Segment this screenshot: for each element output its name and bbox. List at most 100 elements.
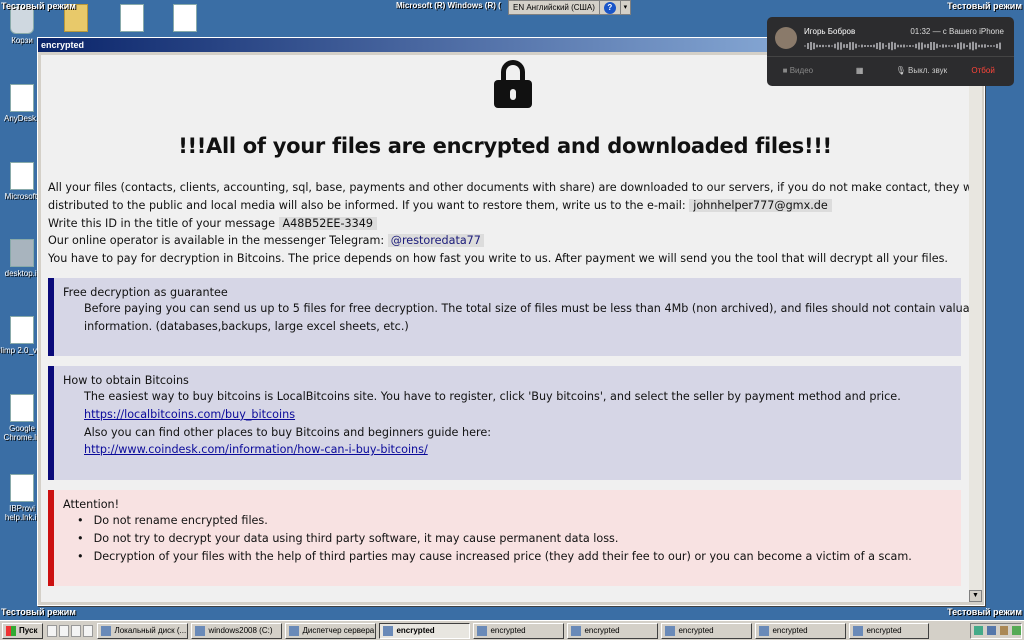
coindesk-link[interactable]: http://www.coindesk.com/information/how-… [84,443,428,456]
keypad-button[interactable]: ▦ [829,66,891,75]
taskbar-button[interactable]: windows2008 (C:) [191,622,283,639]
intro-line: Write this ID in the title of your messa… [48,215,961,233]
tray-icon[interactable] [986,626,996,635]
quick-launch-icon[interactable] [83,624,94,637]
taskbar-button-label: encrypted [866,626,902,635]
file-icon [173,4,197,32]
end-call-button-label: Отбой [971,65,995,75]
section-line: Also you can find other places to buy Bi… [84,425,491,439]
section-line: Before paying you can send us up to 5 fi… [84,302,969,315]
folder-icon [101,625,112,636]
intro-text: All your files (contacts, clients, accou… [48,179,969,268]
windows-flag-icon [6,625,16,636]
intro-line: Our online operator is available in the … [48,232,961,250]
keypad-icon: ▦ [855,65,864,75]
tray-icon[interactable] [999,626,1009,635]
section-title: How to obtain Bitcoins [63,374,189,387]
taskbar-button[interactable]: encrypted [661,622,753,639]
document-icon [759,625,770,636]
tray-icon[interactable] [974,626,983,635]
attention-section: Attention! Do not rename encrypted files… [48,490,961,586]
start-button-label: Пуск [19,626,38,635]
taskbar-button-label: encrypted [772,626,808,635]
file-icon [10,84,34,112]
document-icon [853,625,864,636]
scroll-down-icon[interactable]: ▼ [969,590,982,602]
quick-launch-icon[interactable] [71,624,82,637]
section-text: Before paying you can send us up to 5 fi… [63,300,969,336]
video-button[interactable]: ■ Видео [767,66,829,75]
section-title: Attention! [63,498,120,511]
language-bar-options-button[interactable]: ▾ [619,1,630,14]
file-icon [10,394,34,422]
intro-line-text: distributed to the public and local medi… [48,198,686,212]
end-call-button[interactable]: Отбой [952,66,1014,75]
mute-button[interactable]: 🎙︎ Выкл. звук [891,66,953,75]
remote-session-title: Microsoft (R) Windows (R) ( [396,1,501,10]
file-icon [10,316,34,344]
file-icon [10,162,34,190]
taskbar-button-active[interactable]: encrypted [379,622,471,639]
video-button-label: Видео [789,65,814,75]
call-actions: ■ Видео ▦ 🎙︎ Выкл. звук Отбой [767,60,1014,80]
telegram-handle[interactable]: @restoredata77 [387,234,484,248]
victim-id[interactable]: A48B52EE-3349 [278,216,377,230]
folder-icon [195,625,206,636]
desktop-file[interactable] [155,4,215,34]
ransom-note-window: encrypted !!!All of your files are encry… [37,37,985,606]
document-icon [383,625,394,636]
section-title: Free decryption as guarantee [63,286,228,299]
taskbar-button[interactable]: encrypted [849,622,930,639]
taskbar-button[interactable]: encrypted [755,622,847,639]
taskbar-button-label: encrypted [396,626,435,635]
call-notification: Игорь Бобров 01:32 — с Вашего iPhone ■ В… [767,17,1014,86]
intro-line-text: Write this ID in the title of your messa… [48,216,275,230]
test-mode-label: Тестовый режим [1,1,76,11]
free-decryption-section: Free decryption as guarantee Before payi… [48,278,969,356]
taskbar-button[interactable]: Диспетчер сервера [285,622,377,639]
avatar [775,27,797,49]
tray-icon[interactable] [1012,626,1021,635]
list-item: Do not rename encrypted files. [75,512,951,530]
test-mode-label: Тестовый режим [1,607,76,617]
quick-launch [47,624,94,637]
call-status: 01:32 — с Вашего iPhone [910,27,1004,36]
bitcoins-section: How to obtain Bitcoins The easiest way t… [48,366,961,480]
section-line: The easiest way to buy bitcoins is Local… [84,390,901,403]
quick-launch-icon[interactable] [59,624,70,637]
start-button[interactable]: Пуск [2,622,44,639]
taskbar-button-label: Диспетчер сервера [302,626,375,635]
desktop-file[interactable] [102,4,162,34]
lock-icon [494,60,532,108]
vertical-scrollbar[interactable]: ▼ [969,55,982,602]
document-icon [665,625,676,636]
document-icon [477,625,488,636]
caller-name: Игорь Бобров [804,27,856,36]
localbitcoins-link[interactable]: https://localbitcoins.com/buy_bitcoins [84,408,295,421]
test-mode-label: Тестовый режим [947,607,1022,617]
taskbar-button-label: encrypted [490,626,526,635]
taskbar-button[interactable]: encrypted [567,622,659,639]
section-line: information. (databases,backups, large e… [84,319,409,333]
page-title: !!!All of your files are encrypted and d… [178,134,832,158]
help-icon[interactable]: ? [603,1,616,14]
quick-launch-icon[interactable] [47,624,58,637]
intro-line: You have to pay for decryption in Bitcoi… [48,252,948,266]
taskbar-button-label: Локальный диск (... [114,626,187,635]
section-text: The easiest way to buy bitcoins is Local… [63,388,951,459]
list-item: Do not try to decrypt your data using th… [75,530,951,548]
server-manager-icon [289,625,300,636]
language-bar[interactable]: EN Английский (США) ? ▾ [508,0,631,15]
taskbar: Пуск Локальный диск (... windows2008 (C:… [0,620,1024,640]
contact-email[interactable]: johnhelper777@gmx.de [689,198,832,212]
intro-line: All your files (contacts, clients, accou… [48,181,969,194]
intro-line-text: Our online operator is available in the … [48,234,385,248]
file-icon [120,4,144,32]
taskbar-button[interactable]: Локальный диск (... [97,622,189,639]
language-indicator[interactable]: EN Английский (США) [509,1,600,14]
taskbar-button[interactable]: encrypted [473,622,565,639]
test-mode-label: Тестовый режим [947,1,1022,11]
intro-line: distributed to the public and local medi… [48,197,961,215]
system-tray [970,622,1022,639]
ransom-note-content: !!!All of your files are encrypted and d… [41,55,969,602]
